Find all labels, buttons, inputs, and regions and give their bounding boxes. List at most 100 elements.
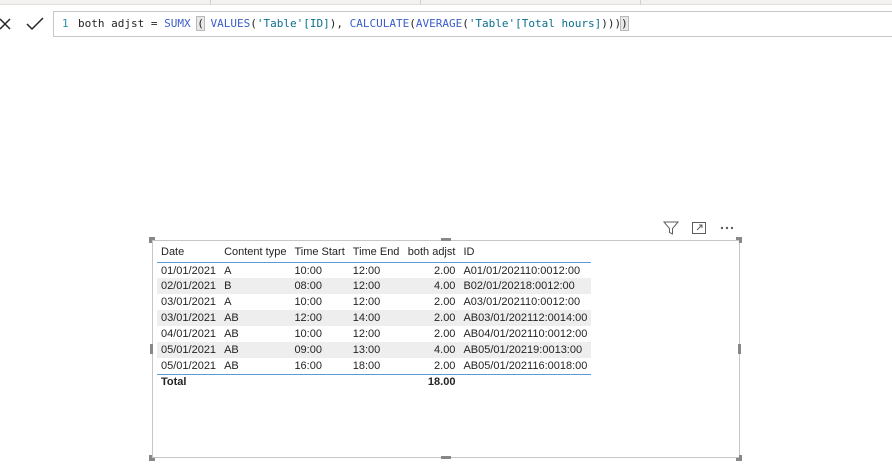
cell-time-start: 10:00 xyxy=(294,328,322,340)
resize-handle[interactable] xyxy=(441,456,451,459)
cell-content-type: A xyxy=(224,265,232,278)
ribbon-separator xyxy=(420,0,421,5)
measure-name: both adjst xyxy=(78,17,145,30)
commit-formula-button[interactable] xyxy=(24,13,46,35)
function-token-calculate: CALCULATE xyxy=(349,17,410,30)
cell-content-type: AB xyxy=(220,358,291,375)
checkmark-icon xyxy=(26,17,44,31)
cell-empty xyxy=(290,374,348,390)
cell-time-start: 08:00 xyxy=(290,278,349,294)
formula-bar: 1 both adjst = SUMX ( VALUES('Table'[ID]… xyxy=(0,6,892,40)
line-number: 1 xyxy=(62,17,69,30)
cell-content-type: AB xyxy=(224,328,239,340)
table-row[interactable]: 04/01/2021 AB 10:00 12:00 2.00 AB04/01/2… xyxy=(157,326,591,342)
cell-time-end: 12:00 xyxy=(352,328,381,340)
cell-time-start: 10:00 xyxy=(294,265,322,278)
cell-content-type: AB xyxy=(220,342,291,358)
table-row[interactable]: 01/01/2021 A 10:00 12:00 2.00 A01/01/202… xyxy=(157,262,591,278)
cell-content-type: A xyxy=(224,296,232,308)
matched-paren-close: ) xyxy=(620,16,629,31)
cell-date: 03/01/2021 xyxy=(161,296,217,308)
cell-empty xyxy=(220,374,290,390)
column-ref-id: 'Table'[ID] xyxy=(256,17,330,30)
table-row[interactable]: 05/01/2021 AB 16:00 18:00 2.00 AB05/01/2… xyxy=(157,358,592,375)
formula-token: = xyxy=(144,17,165,30)
cell-both-adjst: 2.00 xyxy=(434,328,456,340)
table-row[interactable]: 03/01/2021 AB 12:00 14:00 2.00 AB03/01/2… xyxy=(157,310,592,326)
close-icon xyxy=(0,18,11,30)
cell-time-start: 10:00 xyxy=(294,296,322,308)
cell-both-adjst: 2.00 xyxy=(403,358,460,375)
column-header-time-start[interactable]: Time Start xyxy=(290,242,349,263)
column-header-date[interactable]: Date xyxy=(157,242,221,263)
cell-time-end: 12:00 xyxy=(352,265,381,278)
formula-text[interactable]: both adjst = SUMX ( VALUES('Table'[ID]),… xyxy=(78,16,629,31)
table-total-row: Total 18.00 xyxy=(157,374,591,390)
total-label: Total xyxy=(161,376,187,389)
formula-token: ))) xyxy=(601,17,622,30)
cell-id: AB05/01/20219:0013:00 xyxy=(459,342,592,358)
cell-time-end: 14:00 xyxy=(348,310,404,326)
resize-handle[interactable] xyxy=(150,344,153,354)
cell-time-end: 12:00 xyxy=(348,278,404,294)
table-row[interactable]: 03/01/2021 A 10:00 12:00 2.00 A03/01/202… xyxy=(157,294,591,310)
resize-handle[interactable] xyxy=(441,238,451,241)
ribbon-separator xyxy=(210,0,211,5)
cell-time-end: 12:00 xyxy=(352,296,381,308)
function-token-sumx: SUMX xyxy=(164,17,191,30)
cell-date: 05/01/2021 xyxy=(157,358,221,375)
column-ref-total-hours: 'Table'[Total hours] xyxy=(468,17,602,30)
cell-id: AB05/01/202116:0018:00 xyxy=(459,358,592,375)
formula-token: ( xyxy=(409,17,416,30)
ribbon-separator xyxy=(640,0,641,5)
cell-content-type: AB xyxy=(220,310,291,326)
formula-token: ( xyxy=(462,17,469,30)
ribbon-strip xyxy=(0,0,892,5)
focus-mode-icon[interactable] xyxy=(690,219,708,237)
formula-token: ( xyxy=(250,17,257,30)
cell-both-adjst: 2.00 xyxy=(434,265,456,278)
matched-paren-open: ( xyxy=(196,16,205,31)
function-token-average: AVERAGE xyxy=(415,17,463,30)
cell-date: 01/01/2021 xyxy=(161,265,217,278)
cancel-formula-button[interactable] xyxy=(0,13,16,35)
resize-handle[interactable] xyxy=(738,344,741,354)
cell-content-type: B xyxy=(220,278,291,294)
column-header-time-end[interactable]: Time End xyxy=(348,242,404,263)
column-header-both-adjst[interactable]: both adjst xyxy=(403,242,460,263)
cell-time-start: 16:00 xyxy=(290,358,349,375)
cell-id: AB03/01/202112:0014:00 xyxy=(459,310,592,326)
resize-handle[interactable] xyxy=(736,455,742,461)
cell-empty xyxy=(459,374,591,390)
cell-date: 04/01/2021 xyxy=(161,328,217,340)
cell-time-end: 18:00 xyxy=(348,358,404,375)
table-row[interactable]: 02/01/2021 B 08:00 12:00 4.00 B02/01/202… xyxy=(157,278,592,294)
function-token-values: VALUES xyxy=(210,17,251,30)
formula-token: ), xyxy=(329,17,350,30)
cell-date: 03/01/2021 xyxy=(157,310,221,326)
formula-editor[interactable]: 1 both adjst = SUMX ( VALUES('Table'[ID]… xyxy=(53,11,892,37)
table-row[interactable]: 05/01/2021 AB 09:00 13:00 4.00 AB05/01/2… xyxy=(157,342,592,358)
cell-empty xyxy=(349,374,404,390)
visual-header xyxy=(662,219,742,237)
resize-handle[interactable] xyxy=(736,237,742,243)
resize-handle[interactable] xyxy=(149,455,155,461)
data-table: Date Content type Time Start Time End bo… xyxy=(157,242,592,390)
cell-date: 02/01/2021 xyxy=(157,278,221,294)
cell-id: A01/01/202110:0012:00 xyxy=(463,265,581,278)
cell-id: AB04/01/202110:0012:00 xyxy=(463,328,588,340)
table-header-row: Date Content type Time Start Time End bo… xyxy=(157,242,592,263)
cell-both-adjst: 2.00 xyxy=(434,296,456,308)
cell-id: B02/01/20218:0012:00 xyxy=(459,278,592,294)
cell-time-start: 09:00 xyxy=(290,342,349,358)
resize-handle[interactable] xyxy=(149,237,155,243)
total-value: 18.00 xyxy=(427,376,456,389)
cell-both-adjst: 4.00 xyxy=(403,342,460,358)
cell-date: 05/01/2021 xyxy=(157,342,221,358)
column-header-id[interactable]: ID xyxy=(459,242,592,263)
cell-id: A03/01/202110:0012:00 xyxy=(463,296,581,308)
cell-time-start: 12:00 xyxy=(290,310,349,326)
filter-icon[interactable] xyxy=(662,219,680,237)
column-header-content-type[interactable]: Content type xyxy=(220,242,291,263)
more-options-icon[interactable] xyxy=(718,219,736,237)
